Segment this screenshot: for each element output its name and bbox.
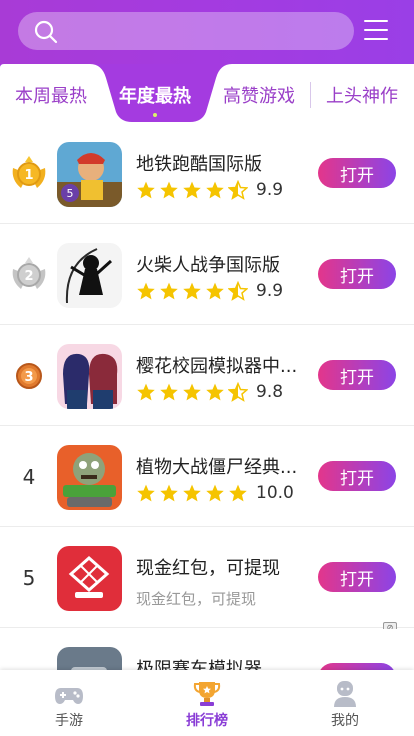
rank-badge: 5 bbox=[8, 558, 50, 598]
star-icon bbox=[137, 383, 155, 401]
bottom-nav: 手游 排行榜 我的 bbox=[0, 670, 414, 736]
app-title: 樱花校园模拟器中... bbox=[136, 356, 298, 377]
rank-number: 5 bbox=[22, 566, 36, 590]
nav-label: 手游 bbox=[55, 713, 83, 729]
rating-stars: 9.9 bbox=[136, 180, 283, 200]
half-star-icon bbox=[228, 180, 248, 200]
star-icon bbox=[183, 181, 201, 199]
star-icon bbox=[206, 282, 224, 300]
star-icon bbox=[206, 181, 224, 199]
open-button[interactable]: 打开 bbox=[318, 360, 396, 390]
user-icon bbox=[334, 681, 356, 707]
nav-ranking[interactable]: 排行榜 bbox=[138, 670, 276, 736]
app-title: 地铁跑酷国际版 bbox=[136, 154, 262, 175]
rank-badge: 4 bbox=[8, 457, 50, 497]
active-tab-indicator bbox=[153, 113, 157, 117]
star-icon bbox=[160, 282, 178, 300]
plants-vs-zombies-icon[interactable] bbox=[57, 445, 122, 510]
list-item[interactable]: 2 火柴人战争国际版 9.9 打开 bbox=[0, 225, 414, 325]
star-icon bbox=[160, 383, 178, 401]
open-button[interactable]: 打开 bbox=[318, 259, 396, 289]
open-button[interactable]: 打开 bbox=[318, 562, 396, 592]
star-icon bbox=[160, 181, 178, 199]
app-subtitle: 现金红包，可提现 bbox=[136, 590, 257, 608]
list-item[interactable]: 4 植物大战僵尸经典... 10.0 打开 bbox=[0, 427, 414, 527]
half-star-icon bbox=[228, 382, 248, 402]
score: 9.8 bbox=[256, 382, 284, 402]
app-title: 火柴人战争国际版 bbox=[136, 255, 280, 276]
score: 9.9 bbox=[256, 180, 284, 200]
gold-medal-icon: 1 bbox=[8, 154, 50, 194]
search-icon bbox=[34, 20, 58, 44]
gamepad-icon bbox=[55, 688, 83, 704]
star-icon bbox=[137, 484, 155, 502]
rank-number: 2 bbox=[24, 269, 33, 284]
subway-surfers-icon[interactable]: 5 bbox=[57, 142, 122, 207]
nav-mine[interactable]: 我的 bbox=[276, 670, 414, 736]
nav-label: 我的 bbox=[331, 713, 359, 729]
app-title: 植物大战僵尸经典... bbox=[136, 457, 298, 478]
list-item[interactable]: 3 樱花校园模拟器中... 9.8 打开 bbox=[0, 326, 414, 426]
star-icon bbox=[206, 484, 224, 502]
rank-number: 4 bbox=[22, 465, 36, 489]
star-icon bbox=[183, 484, 201, 502]
nav-mobile-games[interactable]: 手游 bbox=[0, 670, 138, 736]
score: 10.0 bbox=[256, 483, 294, 503]
rank-number: 3 bbox=[24, 370, 33, 385]
score: 9.9 bbox=[256, 281, 284, 301]
tab-divider bbox=[310, 82, 311, 108]
tab-weekly[interactable]: 本周最热 bbox=[15, 82, 87, 108]
tab-addictive[interactable]: 上头神作 bbox=[326, 82, 398, 108]
rating-stars: 10.0 bbox=[136, 483, 294, 503]
header-bar bbox=[0, 0, 414, 64]
star-icon bbox=[183, 383, 201, 401]
open-button[interactable]: 打开 bbox=[318, 461, 396, 491]
tab-yearly[interactable]: 年度最热 bbox=[119, 82, 191, 108]
menu-icon[interactable] bbox=[364, 20, 390, 42]
search-bar[interactable] bbox=[18, 12, 354, 50]
rating-stars: 9.8 bbox=[136, 382, 283, 402]
star-icon bbox=[229, 484, 247, 502]
list-item[interactable]: 5 现金红包，可提现 现金红包，可提现 打开 ⊘ bbox=[0, 528, 414, 633]
tab-top-rated[interactable]: 高赞游戏 bbox=[223, 82, 295, 108]
bronze-medal-icon: 3 bbox=[8, 356, 50, 396]
star-icon bbox=[206, 383, 224, 401]
svg-text:5: 5 bbox=[67, 187, 74, 200]
open-button[interactable]: 打开 bbox=[318, 158, 396, 188]
star-icon bbox=[183, 282, 201, 300]
red-envelope-icon[interactable] bbox=[57, 546, 122, 611]
half-star-icon bbox=[228, 281, 248, 301]
star-icon bbox=[137, 282, 155, 300]
app-title: 现金红包，可提现 bbox=[136, 558, 280, 579]
tab-bar: 本周最热 年度最热 高赞游戏 上头神作 bbox=[0, 64, 414, 122]
app-root: 本周最热 年度最热 高赞游戏 上头神作 1 5 地铁跑酷国际版 9.9 打开 2… bbox=[0, 0, 414, 736]
star-icon bbox=[137, 181, 155, 199]
sakura-school-icon[interactable] bbox=[57, 344, 122, 409]
silver-medal-icon: 2 bbox=[8, 255, 50, 295]
trophy-icon bbox=[193, 682, 221, 706]
star-icon bbox=[160, 484, 178, 502]
stick-war-icon[interactable] bbox=[57, 243, 122, 308]
rank-number: 1 bbox=[24, 168, 33, 183]
nav-label: 排行榜 bbox=[186, 713, 228, 729]
list-item[interactable]: 1 5 地铁跑酷国际版 9.9 打开 bbox=[0, 124, 414, 224]
rating-stars: 9.9 bbox=[136, 281, 283, 301]
